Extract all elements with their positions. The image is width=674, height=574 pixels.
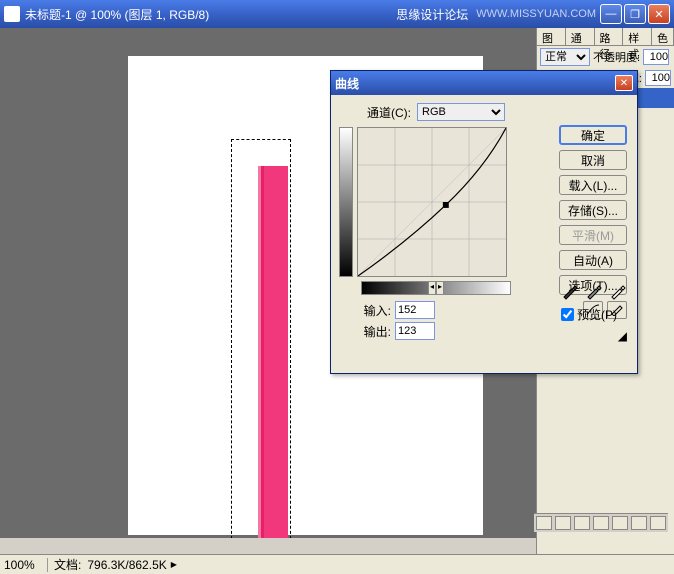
statusbar: 100% 文档: 796.3K/862.5K ▶ [0, 554, 674, 574]
opacity-label: 不透明度: [593, 49, 640, 65]
dialog-title: 曲线 [335, 75, 615, 92]
vertical-gradient [339, 127, 353, 277]
output-value-field[interactable] [395, 322, 435, 340]
close-button[interactable]: ✕ [648, 4, 670, 24]
resize-grip-icon[interactable]: ◢ [618, 329, 627, 343]
status-menu-icon[interactable]: ▶ [171, 560, 177, 569]
mask-icon[interactable] [574, 516, 590, 530]
document-title: 未标题-1 @ 100% (图层 1, RGB/8) [25, 6, 396, 23]
eyedropper-gray-icon[interactable] [585, 284, 603, 300]
curves-dialog: 曲线 ✕ 通道(C): RGB ◂▸ [330, 70, 638, 374]
trash-icon[interactable] [650, 516, 666, 530]
eyedropper-black-icon[interactable] [561, 284, 579, 300]
link-icon[interactable] [536, 516, 552, 530]
fill-input[interactable] [645, 70, 671, 86]
tab-paths[interactable]: 路径 [595, 28, 624, 45]
cancel-button[interactable]: 取消 [559, 150, 627, 170]
opacity-input[interactable] [643, 49, 669, 65]
panel-bottom-icons [534, 513, 668, 532]
folder-icon[interactable] [593, 516, 609, 530]
watermark: WWW.MISSYUAN.COM [476, 8, 596, 20]
save-button[interactable]: 存储(S)... [559, 200, 627, 220]
preview-label: 预览(P) [577, 306, 617, 323]
main-titlebar: 未标题-1 @ 100% (图层 1, RGB/8) 思缘设计论坛 WWW.MI… [0, 0, 674, 28]
doc-label: 文档: [48, 556, 87, 573]
tab-styles[interactable]: 样式 [623, 28, 652, 45]
tab-color[interactable]: 色 [652, 28, 674, 45]
marquee-selection [231, 139, 291, 554]
horizontal-scrollbar[interactable] [0, 538, 536, 554]
ok-button[interactable]: 确定 [559, 125, 627, 145]
curve-point[interactable] [443, 202, 449, 208]
auto-button[interactable]: 自动(A) [559, 250, 627, 270]
channel-select[interactable]: RGB [417, 103, 505, 121]
blend-mode-select[interactable]: 正常 [540, 48, 590, 66]
curve-svg [358, 128, 506, 276]
gradient-arrows[interactable]: ◂▸ [428, 281, 444, 295]
input-label: 输入: [359, 302, 391, 319]
panel-tabs: 图层 通道 路径 样式 色 [537, 28, 674, 46]
adjustment-icon[interactable] [612, 516, 628, 530]
channel-label: 通道(C): [367, 104, 411, 121]
minimize-button[interactable]: — [600, 4, 622, 24]
doc-size: 796.3K/862.5K [87, 558, 166, 572]
preview-checkbox[interactable] [561, 308, 574, 321]
eyedropper-white-icon[interactable] [609, 284, 627, 300]
tab-layers[interactable]: 图层 [537, 28, 566, 45]
output-label: 输出: [359, 323, 391, 340]
forum-text: 思缘设计论坛 [396, 6, 468, 23]
horizontal-gradient: ◂▸ [361, 281, 511, 295]
load-button[interactable]: 载入(L)... [559, 175, 627, 195]
dialog-close-button[interactable]: ✕ [615, 75, 633, 91]
tab-channels[interactable]: 通道 [566, 28, 595, 45]
zoom-level[interactable]: 100% [0, 558, 48, 572]
new-layer-icon[interactable] [631, 516, 647, 530]
fx-icon[interactable] [555, 516, 571, 530]
input-value-field[interactable] [395, 301, 435, 319]
smooth-button: 平滑(M) [559, 225, 627, 245]
maximize-button[interactable]: ❐ [624, 4, 646, 24]
dialog-titlebar[interactable]: 曲线 ✕ [331, 71, 637, 95]
app-icon [4, 6, 20, 22]
curve-graph[interactable] [357, 127, 507, 277]
